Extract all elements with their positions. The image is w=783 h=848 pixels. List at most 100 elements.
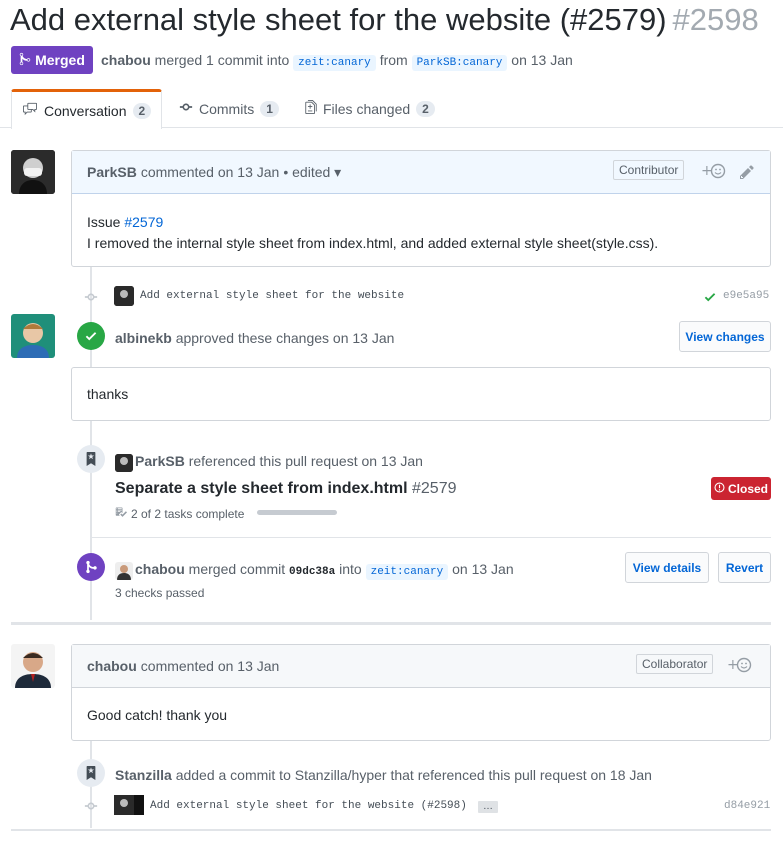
comment-body: Good catch! thank you	[72, 688, 770, 742]
edited-dropdown[interactable]: • edited ▾	[283, 164, 341, 181]
comment-author[interactable]: ParkSB	[87, 164, 137, 180]
referenced-issue-number: #2579	[412, 480, 457, 497]
tab-label: Commits	[199, 100, 255, 117]
status-badge: Merged	[11, 46, 93, 74]
reference-event: ParkSB referenced this pull request on 1…	[135, 453, 423, 469]
tab-counter: 2	[132, 102, 152, 119]
merge-commit-sha[interactable]: 09dc38a	[289, 566, 335, 578]
revert-button[interactable]: Revert	[718, 552, 771, 583]
pr-number: #2598	[672, 2, 759, 37]
commit-icon	[179, 100, 193, 117]
add-reaction-icon[interactable]: +	[701, 162, 727, 183]
comment-author[interactable]: chabou	[87, 658, 137, 674]
review-body: thanks	[71, 367, 771, 421]
tab-label: Conversation	[44, 102, 127, 119]
tab-commits[interactable]: Commits 1	[169, 89, 289, 128]
tab-label: Files changed	[323, 100, 411, 117]
comment-parksb: ParkSB commented on 13 Jan • edited ▾ Co…	[71, 150, 771, 267]
review-comment-text: thanks	[87, 386, 129, 402]
pr-meta: chabou merged 1 commit into zeit:canary …	[101, 52, 573, 71]
caret-down-icon: ▾	[334, 163, 342, 180]
referenced-issue[interactable]: Separate a style sheet from index.html #…	[115, 480, 457, 498]
timeline-separator	[11, 829, 771, 831]
comment-body: Issue #2579 I removed the internal style…	[72, 194, 770, 254]
merge-date: on 13 Jan	[452, 561, 514, 577]
tab-conversation[interactable]: Conversation 2	[11, 89, 163, 129]
git-commit-icon	[84, 799, 98, 816]
comment-text: I removed the internal style sheet from …	[87, 235, 659, 251]
issue-link[interactable]: #2579	[124, 214, 163, 230]
approved-check-icon	[77, 322, 105, 350]
tasks-text: 2 of 2 tasks complete	[131, 506, 245, 521]
issue-prefix: Issue	[87, 214, 121, 230]
divider	[91, 537, 771, 538]
closed-state-badge: Closed	[711, 477, 771, 500]
bookmark-icon	[77, 759, 105, 787]
comment-text: Good catch! thank you	[87, 707, 228, 723]
expand-message-button[interactable]: …	[478, 801, 498, 813]
merge-event: chabou merged commit 09dc38a into zeit:c…	[135, 561, 514, 580]
reference-author[interactable]: ParkSB	[135, 453, 185, 469]
comment-discussion-icon	[22, 102, 38, 119]
merge-icon	[19, 52, 31, 69]
avatar[interactable]	[11, 314, 55, 358]
avatar[interactable]	[114, 286, 134, 306]
view-details-button[interactable]: View details	[625, 552, 709, 583]
cross-ref-author[interactable]: Stanzilla	[115, 767, 172, 783]
from-text: from	[379, 52, 408, 68]
comment-chabou: chabou commented on 13 Jan Collaborator …	[71, 644, 771, 741]
checklist-icon	[115, 505, 127, 522]
into-text: into	[339, 561, 362, 577]
pr-title-row: Add external style sheet for the website…	[10, 2, 759, 38]
view-changes-button[interactable]: View changes	[679, 321, 771, 352]
avatar[interactable]	[11, 150, 55, 194]
comment-meta[interactable]: commented on 13 Jan	[141, 164, 280, 180]
commit-sha[interactable]: e9e5a95	[723, 290, 769, 302]
avatar[interactable]	[115, 454, 133, 472]
tasks-progress-fill	[257, 510, 337, 515]
issue-closed-icon	[714, 481, 725, 496]
cross-ref-text: added a commit to Stanzilla/hyper that r…	[175, 767, 652, 783]
merge-target-branch[interactable]: zeit:canary	[365, 564, 449, 580]
closed-label: Closed	[727, 481, 768, 496]
reference-text: referenced this pull request on 13 Jan	[188, 453, 423, 469]
pr-author-link[interactable]: chabou	[101, 52, 151, 68]
avatar[interactable]	[115, 562, 133, 580]
head-branch[interactable]: ParkSB:canary	[411, 55, 508, 71]
pencil-icon[interactable]	[739, 164, 755, 183]
commit-avatars[interactable]	[114, 795, 144, 815]
check-icon[interactable]	[704, 290, 716, 307]
tab-counter: 2	[416, 100, 435, 117]
comment-header: chabou commented on 13 Jan Collaborator …	[72, 645, 770, 688]
git-commit-icon	[84, 290, 98, 307]
add-reaction-icon[interactable]: +	[727, 656, 753, 677]
referenced-issue-title[interactable]: Separate a style sheet from index.html	[115, 480, 408, 497]
comment-header: ParkSB commented on 13 Jan • edited ▾ Co…	[72, 151, 770, 194]
tab-files-changed[interactable]: Files changed 2	[295, 89, 445, 128]
base-branch[interactable]: zeit:canary	[293, 55, 376, 71]
merge-event-text: merged commit	[188, 561, 286, 577]
pr-title: Add external style sheet for the website…	[10, 2, 667, 37]
tasks-status: 2 of 2 tasks complete	[115, 505, 244, 522]
status-label: Merged	[35, 52, 85, 68]
tab-counter: 1	[260, 100, 279, 117]
commit-message[interactable]: Add external style sheet for the website	[140, 290, 404, 302]
tasks-progress-bar	[257, 510, 337, 515]
file-diff-icon	[305, 100, 317, 117]
merge-event-icon	[77, 553, 105, 581]
merge-date: on 13 Jan	[511, 52, 573, 68]
commit-message[interactable]: Add external style sheet for the website…	[150, 800, 467, 812]
merged-text: merged 1 commit into	[154, 52, 290, 68]
merge-author[interactable]: chabou	[135, 561, 185, 577]
commit-sha[interactable]: d84e921	[724, 800, 770, 812]
edited-label: • edited	[283, 163, 331, 180]
timeline-separator	[11, 622, 771, 625]
cross-reference-event: Stanzilla added a commit to Stanzilla/hy…	[115, 767, 652, 783]
contributor-label: Contributor	[613, 160, 685, 180]
checks-passed[interactable]: 3 checks passed	[115, 586, 204, 600]
comment-meta[interactable]: commented on 13 Jan	[141, 658, 280, 674]
review-author[interactable]: albinekb	[115, 330, 172, 346]
review-text: approved these changes on 13 Jan	[175, 330, 395, 346]
avatar[interactable]	[11, 644, 55, 688]
collaborator-label: Collaborator	[636, 654, 714, 674]
